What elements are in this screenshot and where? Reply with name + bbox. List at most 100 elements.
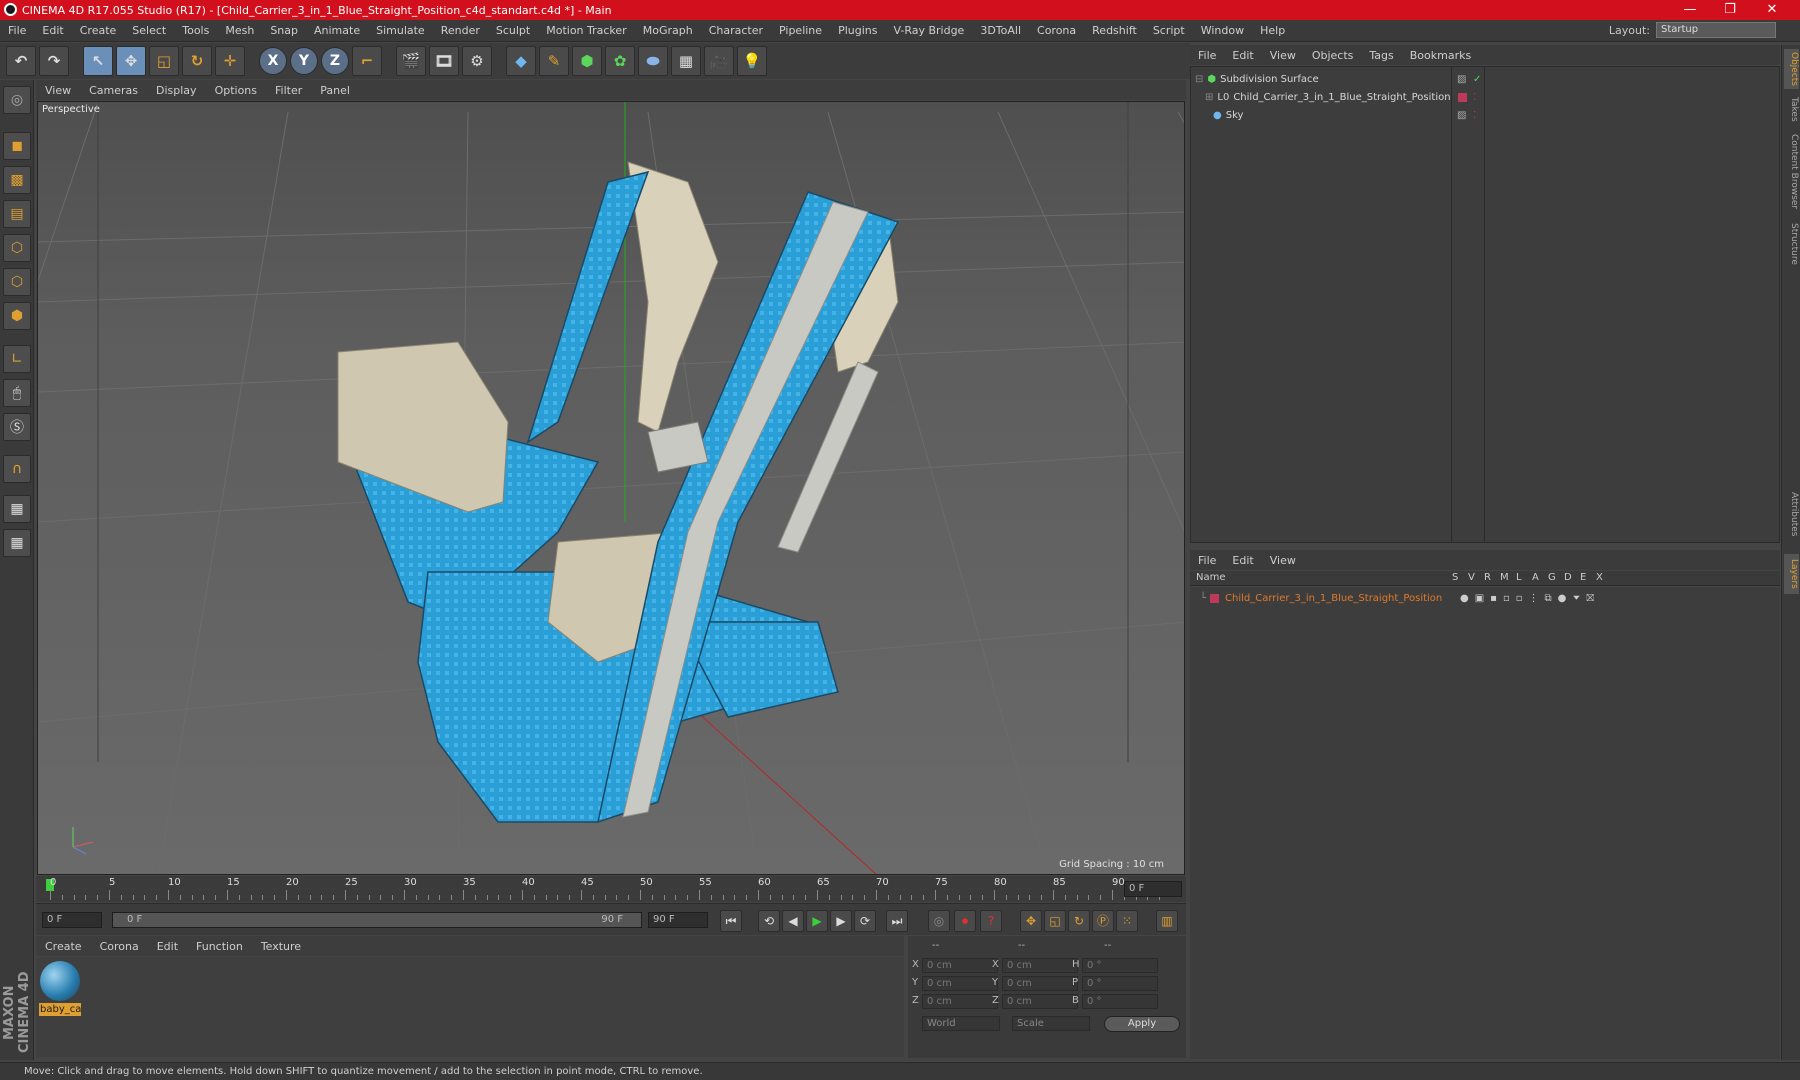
planar-workplane-icon[interactable]: ▦ xyxy=(3,529,31,557)
object-menu-tags[interactable]: Tags xyxy=(1361,49,1401,62)
expand-toggle-icon[interactable]: ⊟ xyxy=(1195,74,1203,85)
layer-color-swatch[interactable] xyxy=(1458,92,1467,102)
tweak-mode-icon[interactable]: 🖱 xyxy=(3,379,31,407)
menu-create[interactable]: Create xyxy=(72,24,125,37)
visibility-dots-icon[interactable]: ⁚ xyxy=(1473,110,1476,121)
material-menu-corona[interactable]: Corona xyxy=(91,940,148,953)
render-settings-icon[interactable]: ⚙ xyxy=(462,46,492,76)
frame-range-slider[interactable]: 0 F 90 F xyxy=(112,912,642,928)
texture-mode-icon[interactable]: ▩ xyxy=(3,166,31,194)
menu-3dtoall[interactable]: 3DToAll xyxy=(972,24,1029,37)
menu-sculpt[interactable]: Sculpt xyxy=(488,24,538,37)
material-preview-swatch[interactable] xyxy=(40,961,80,1001)
layer-color-swatch[interactable] xyxy=(1210,593,1220,603)
layer-column-l[interactable]: L xyxy=(1516,572,1522,583)
object-menu-file[interactable]: File xyxy=(1190,49,1224,62)
next-key-icon[interactable]: ⟳ xyxy=(854,910,876,932)
menu-character[interactable]: Character xyxy=(701,24,771,37)
menu-script[interactable]: Script xyxy=(1145,24,1193,37)
menu-mesh[interactable]: Mesh xyxy=(217,24,262,37)
menu-window[interactable]: Window xyxy=(1193,24,1252,37)
axis-mode-icon[interactable]: ∟ xyxy=(3,345,31,373)
object-menu-objects[interactable]: Objects xyxy=(1304,49,1362,62)
z-axis-lock-button[interactable]: Z xyxy=(321,47,349,75)
menu-mograph[interactable]: MoGraph xyxy=(635,24,701,37)
apply-button[interactable]: Apply xyxy=(1104,1016,1180,1032)
object-row-sky[interactable]: ● Sky ▨ ⁚ xyxy=(1191,106,1781,124)
menu-plugins[interactable]: Plugins xyxy=(830,24,885,37)
coordinate-system-button[interactable]: ⌐ xyxy=(352,46,382,76)
viewport-menu-filter[interactable]: Filter xyxy=(266,84,311,97)
next-frame-icon[interactable]: ▶ xyxy=(830,910,852,932)
live-select-button[interactable]: ↖ xyxy=(83,46,113,76)
side-tab-takes[interactable]: Takes xyxy=(1784,89,1799,129)
coord-mode-dropdown[interactable]: Scale xyxy=(1012,1016,1090,1031)
subdivision-surface-icon[interactable]: ⬢ xyxy=(572,46,602,76)
y-axis-lock-button[interactable]: Y xyxy=(290,47,318,75)
layer-column-d[interactable]: D xyxy=(1564,572,1572,583)
menu-render[interactable]: Render xyxy=(433,24,488,37)
viewport-menu-options[interactable]: Options xyxy=(206,84,266,97)
key-position-icon[interactable]: ✥ xyxy=(1020,910,1042,932)
start-frame-field[interactable]: 0 F xyxy=(42,912,102,928)
layer-menu-view[interactable]: View xyxy=(1262,554,1304,567)
previous-frame-icon[interactable]: ◀ xyxy=(782,910,804,932)
layer-column-g[interactable]: G xyxy=(1548,572,1556,583)
render-picture-icon[interactable]: 🎞 xyxy=(429,46,459,76)
cube-primitive-icon[interactable]: ◆ xyxy=(506,46,536,76)
side-tab-objects[interactable]: Objects xyxy=(1784,49,1799,89)
enabled-check-icon[interactable]: ✓ xyxy=(1473,74,1481,85)
current-frame-field[interactable]: 0 F xyxy=(1124,881,1182,897)
expand-toggle-icon[interactable]: ⊞ xyxy=(1205,92,1213,103)
edges-mode-icon[interactable]: ⬡ xyxy=(3,268,31,296)
light-object-icon[interactable]: 💡 xyxy=(737,46,767,76)
coord-value-field[interactable]: 0 ° xyxy=(1082,976,1158,991)
layer-menu-edit[interactable]: Edit xyxy=(1224,554,1261,567)
close-button[interactable]: ✕ xyxy=(1752,0,1792,20)
object-menu-view[interactable]: View xyxy=(1262,49,1304,62)
menu-corona[interactable]: Corona xyxy=(1029,24,1084,37)
coord-value-field[interactable]: 0 cm xyxy=(1002,976,1078,991)
object-row-subdivision[interactable]: ⊟ ⬢ Subdivision Surface ▨ ✓ xyxy=(1191,70,1781,88)
layout-dropdown[interactable]: Startup xyxy=(1656,22,1776,38)
coord-space-dropdown[interactable]: World xyxy=(922,1016,1000,1031)
menu-motion-tracker[interactable]: Motion Tracker xyxy=(538,24,634,37)
side-tab-layers[interactable]: Layers xyxy=(1784,554,1799,594)
material-name-label[interactable]: baby_ca xyxy=(39,1003,81,1016)
menu-animate[interactable]: Animate xyxy=(306,24,368,37)
transform-tool-button[interactable]: ✛ xyxy=(215,46,245,76)
key-scale-icon[interactable]: ◱ xyxy=(1044,910,1066,932)
key-parameter-icon[interactable]: Ⓟ xyxy=(1092,910,1114,932)
layer-row[interactable]: └ Child_Carrier_3_in_1_Blue_Straight_Pos… xyxy=(1190,589,1780,607)
render-view-icon[interactable]: 🎬 xyxy=(396,46,426,76)
layer-column-a[interactable]: A xyxy=(1532,572,1539,583)
model-mode-icon[interactable]: ◼ xyxy=(3,132,31,160)
move-tool-button[interactable]: ✥ xyxy=(116,46,146,76)
array-generator-icon[interactable]: ✿ xyxy=(605,46,635,76)
visibility-dots-icon[interactable]: ⁚ xyxy=(1473,92,1476,103)
material-menu-function[interactable]: Function xyxy=(187,940,252,953)
snap-magnet-icon[interactable]: ∩ xyxy=(3,455,31,483)
end-frame-field[interactable]: 90 F xyxy=(648,912,708,928)
side-tab-content-browser[interactable]: Content Browser xyxy=(1784,129,1799,214)
layer-menu-file[interactable]: File xyxy=(1190,554,1224,567)
menu-redshift[interactable]: Redshift xyxy=(1084,24,1145,37)
menu-edit[interactable]: Edit xyxy=(34,24,71,37)
object-menu-edit[interactable]: Edit xyxy=(1224,49,1261,62)
layer-column-e[interactable]: E xyxy=(1580,572,1586,583)
points-mode-icon[interactable]: ⬡ xyxy=(3,234,31,262)
menu-help[interactable]: Help xyxy=(1252,24,1293,37)
menu-pipeline[interactable]: Pipeline xyxy=(771,24,830,37)
layer-name[interactable]: Child_Carrier_3_in_1_Blue_Straight_Posit… xyxy=(1225,593,1442,604)
coord-value-field[interactable]: 0 cm xyxy=(1002,994,1078,1009)
menu-file[interactable]: File xyxy=(0,24,34,37)
x-axis-lock-button[interactable]: X xyxy=(259,47,287,75)
viewport-menu-view[interactable]: View xyxy=(36,84,80,97)
menu-tools[interactable]: Tools xyxy=(174,24,217,37)
edit-render-flags-icon[interactable]: ▨ xyxy=(1457,110,1466,121)
material-menu-edit[interactable]: Edit xyxy=(148,940,187,953)
workplane-mode-icon[interactable]: ▤ xyxy=(3,200,31,228)
make-editable-icon[interactable]: ◎ xyxy=(3,86,31,114)
redo-button[interactable]: ↷ xyxy=(39,46,69,76)
menu-simulate[interactable]: Simulate xyxy=(368,24,433,37)
